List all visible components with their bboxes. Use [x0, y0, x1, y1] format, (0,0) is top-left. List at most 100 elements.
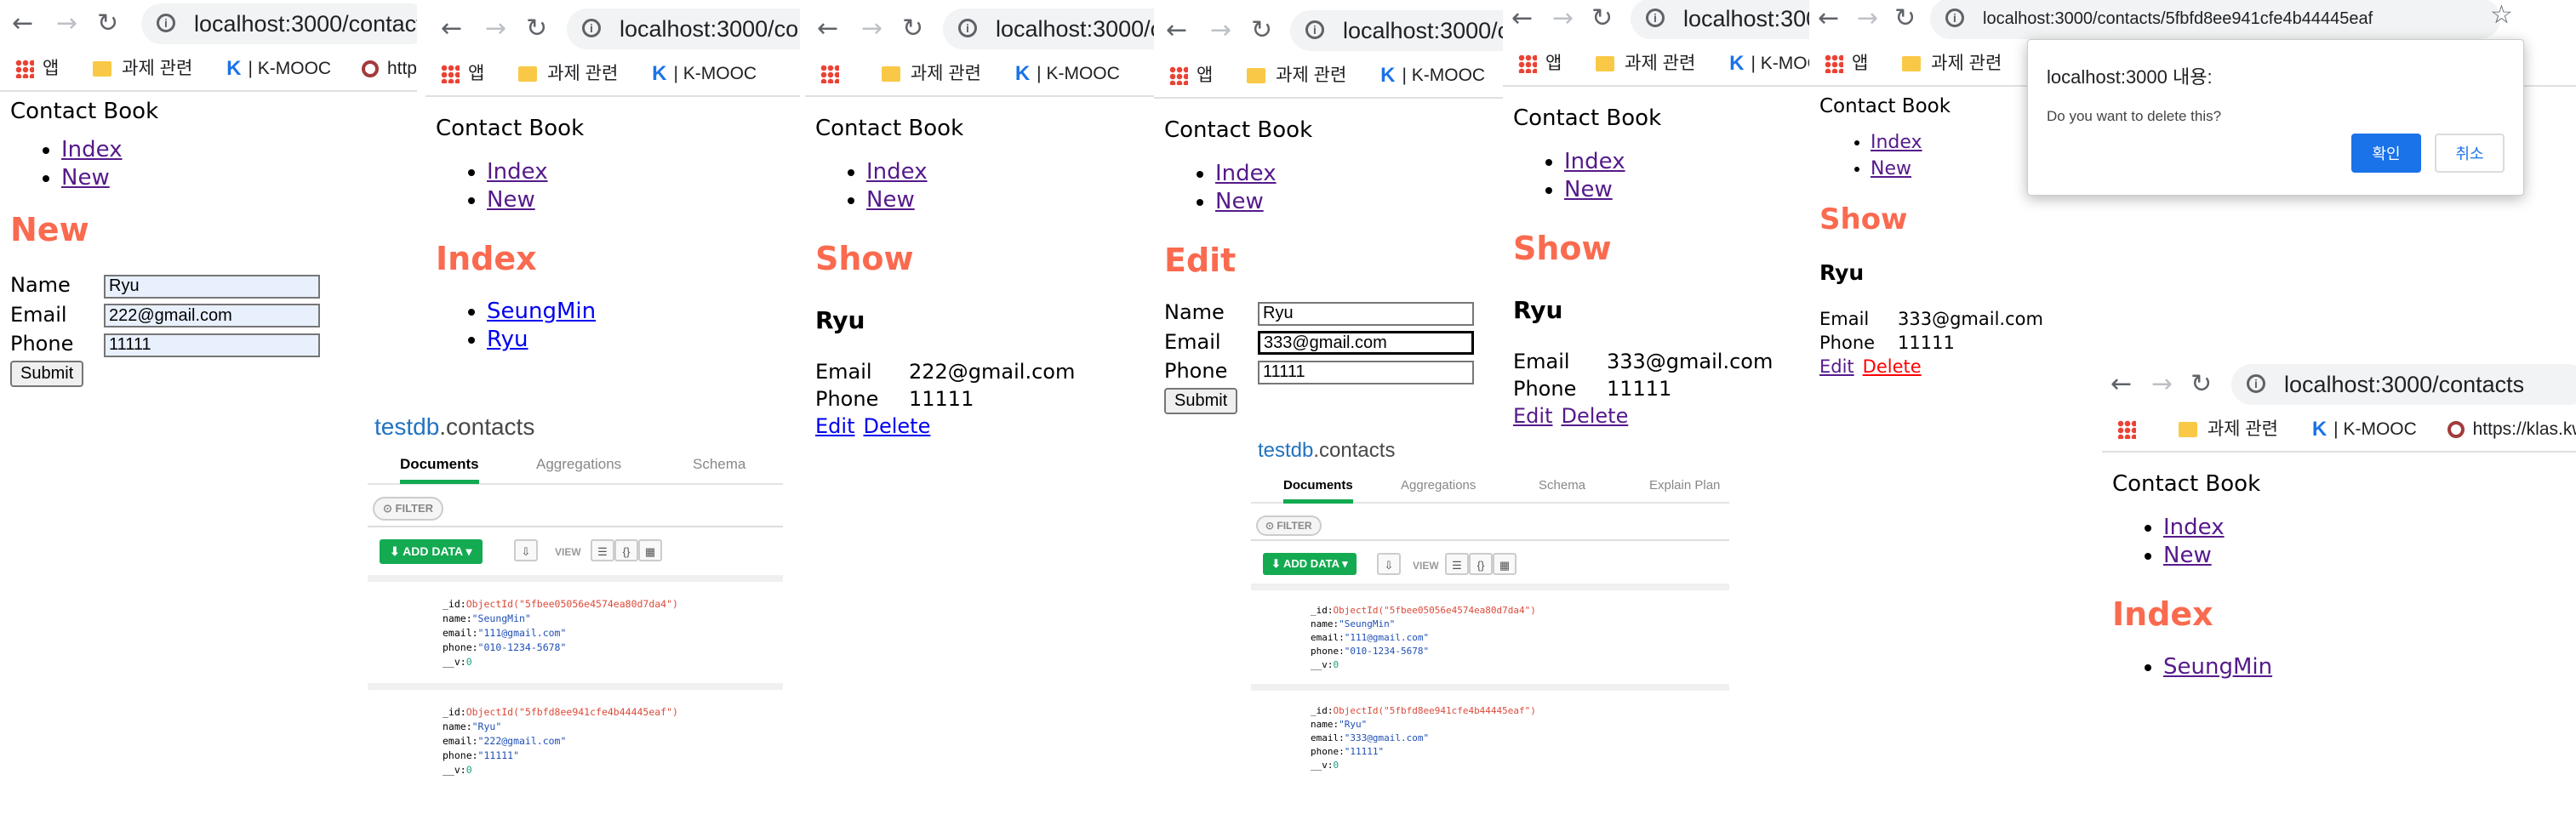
email-field[interactable] — [1258, 331, 1474, 355]
reload-icon[interactable]: ↻ — [1251, 14, 1272, 48]
table-view-icon[interactable]: ▦ — [638, 539, 662, 561]
bookmark-folder[interactable]: 과제 관련 — [1931, 54, 2002, 73]
filter-button[interactable]: ⊙ FILTER — [373, 497, 444, 521]
tab-schema[interactable]: Schema — [1539, 478, 1585, 493]
tab-explain-plan[interactable]: Explain Plan — [1649, 478, 1720, 493]
delete-link[interactable]: Delete — [1561, 404, 1628, 428]
reload-icon[interactable]: ↻ — [97, 7, 118, 41]
document-card[interactable]: _id:ObjectId("5fbfd8ee941cfe4b44445eaf")… — [1251, 691, 1729, 784]
forward-icon[interactable]: → — [485, 12, 506, 46]
nav-new-link[interactable]: New — [2163, 543, 2212, 568]
email-field[interactable] — [104, 304, 320, 327]
bookmark-kmooc[interactable]: | K-MOOC — [248, 59, 331, 78]
forward-icon[interactable]: → — [1857, 2, 1878, 36]
tab-documents[interactable]: Documents — [1283, 478, 1353, 504]
nav-index-link[interactable]: Index — [61, 137, 123, 162]
tab-aggregations[interactable]: Aggregations — [1401, 478, 1476, 493]
nav-index-link[interactable]: Index — [866, 159, 928, 185]
address-bar[interactable]: i localhost:3000/contacts/new — [141, 3, 417, 44]
back-icon[interactable]: ← — [2110, 367, 2132, 401]
nav-index-link[interactable]: Index — [1215, 161, 1277, 186]
nav-index-link[interactable]: Index — [1871, 132, 1922, 153]
export-icon[interactable]: ⇩ — [514, 539, 538, 561]
reload-icon[interactable]: ↻ — [902, 12, 923, 46]
forward-icon[interactable]: → — [1552, 2, 1574, 36]
nav-new-link[interactable]: New — [61, 165, 110, 191]
forward-icon[interactable]: → — [2151, 367, 2173, 401]
tab-schema[interactable]: Schema — [693, 456, 745, 473]
nav-new-link[interactable]: New — [866, 187, 915, 213]
reload-icon[interactable]: ↻ — [1894, 2, 1916, 36]
back-icon[interactable]: ← — [1818, 2, 1839, 36]
bookmark-apps[interactable]: 앱 — [43, 59, 59, 78]
nav-index-link[interactable]: Index — [2163, 515, 2225, 540]
address-bar[interactable]: i localhost:3000/contacts — [567, 9, 800, 49]
bookmark-apps[interactable]: 앱 — [1197, 65, 1213, 85]
forward-icon[interactable]: → — [861, 12, 882, 46]
nav-index-link[interactable]: Index — [487, 159, 548, 185]
back-icon[interactable]: ← — [12, 7, 33, 41]
document-card[interactable]: _id:ObjectId("5fbfd8ee941cfe4b44445eaf")… — [368, 690, 783, 791]
contact-link[interactable]: Ryu — [487, 327, 528, 352]
forward-icon[interactable]: → — [56, 7, 77, 41]
back-icon[interactable]: ← — [1166, 14, 1187, 48]
phone-field[interactable] — [104, 333, 320, 357]
tab-documents[interactable]: Documents — [400, 456, 479, 484]
bookmark-folder[interactable]: 과제 관련 — [1625, 54, 1695, 73]
bookmark-apps[interactable]: 앱 — [468, 64, 484, 83]
bookmark-kmooc[interactable]: | K-MOOC — [1402, 65, 1485, 85]
reload-icon[interactable]: ↻ — [2190, 367, 2212, 401]
delete-link[interactable]: Delete — [863, 414, 930, 438]
nav-index-link[interactable]: Index — [1564, 149, 1625, 174]
export-icon[interactable]: ⇩ — [1377, 553, 1401, 575]
bookmark-folder[interactable]: 과제 관련 — [122, 59, 192, 78]
forward-icon[interactable]: → — [1210, 14, 1231, 48]
list-view-icon[interactable]: ☰ — [1445, 553, 1469, 575]
contact-link[interactable]: SeungMin — [2163, 654, 2272, 680]
bookmark-folder[interactable]: 과제 관련 — [547, 64, 618, 83]
edit-link[interactable]: Edit — [1819, 356, 1854, 377]
edit-link[interactable]: Edit — [1513, 404, 1552, 428]
json-view-icon[interactable]: {} — [1469, 553, 1493, 575]
bookmark-kmooc[interactable]: | K-MOOC — [2333, 419, 2417, 439]
submit-button[interactable]: Submit — [1164, 387, 1238, 414]
document-card[interactable]: _id:ObjectId("5fbee05056e4574ea80d7da4")… — [368, 582, 783, 683]
submit-button[interactable]: Submit — [10, 360, 84, 387]
nav-new-link[interactable]: New — [487, 187, 535, 213]
edit-link[interactable]: Edit — [815, 414, 854, 438]
reload-icon[interactable]: ↻ — [1591, 2, 1613, 36]
back-icon[interactable]: ← — [817, 12, 838, 46]
address-bar[interactable]: i localhost:3000/contacts/5fbfd8ee941cfe4… — [943, 9, 1154, 49]
reload-icon[interactable]: ↻ — [526, 12, 547, 46]
delete-link[interactable]: Delete — [1863, 356, 1922, 377]
address-bar[interactable]: i localhost:3000/contacts/5fbfd8ee941cfe4… — [1930, 0, 2500, 39]
cancel-button[interactable]: 취소 — [2435, 134, 2505, 173]
json-view-icon[interactable]: {} — [614, 539, 638, 561]
list-view-icon[interactable]: ☰ — [591, 539, 614, 561]
bookmark-apps[interactable]: 앱 — [1852, 54, 1868, 73]
back-icon[interactable]: ← — [1511, 2, 1533, 36]
nav-new-link[interactable]: New — [1215, 189, 1264, 214]
bookmark-folder[interactable]: 과제 관련 — [2208, 419, 2278, 439]
bookmark-kmooc[interactable]: | K-MOOC — [673, 64, 757, 83]
bookmark-kmooc[interactable]: | K-MOOC — [1037, 64, 1120, 83]
bookmark-apps[interactable]: 앱 — [1545, 54, 1562, 73]
document-card[interactable]: _id:ObjectId("5fbee05056e4574ea80d7da4")… — [1251, 590, 1729, 684]
add-data-button[interactable]: ⬇ ADD DATA ▾ — [380, 539, 483, 564]
bookmark-folder[interactable]: 과제 관련 — [911, 64, 981, 83]
tab-aggregations[interactable]: Aggregations — [536, 456, 621, 473]
filter-button[interactable]: ⊙ FILTER — [1256, 515, 1322, 536]
address-bar[interactable]: i localhost:3000/contacts/5fbfd8ee941cfe4… — [1290, 10, 1503, 51]
phone-field[interactable] — [1258, 360, 1474, 384]
contact-link[interactable]: SeungMin — [487, 299, 596, 324]
bookmark-folder[interactable]: 과제 관련 — [1276, 65, 1346, 85]
bookmark-klas[interactable]: https://klas.kw.ac. — [387, 59, 417, 78]
address-bar[interactable]: i localhost:3000/contacts — [2231, 364, 2576, 405]
ok-button[interactable]: 확인 — [2351, 134, 2421, 173]
name-field[interactable] — [1258, 301, 1474, 326]
nav-new-link[interactable]: New — [1871, 158, 1911, 179]
bookmark-klas[interactable]: https://klas.kw.ac. — [2473, 419, 2576, 439]
bookmark-kmooc[interactable]: | K-MOOC — [1751, 54, 1809, 73]
bookmark-star-icon[interactable]: ☆ — [2490, 0, 2513, 30]
table-view-icon[interactable]: ▦ — [1493, 553, 1516, 575]
